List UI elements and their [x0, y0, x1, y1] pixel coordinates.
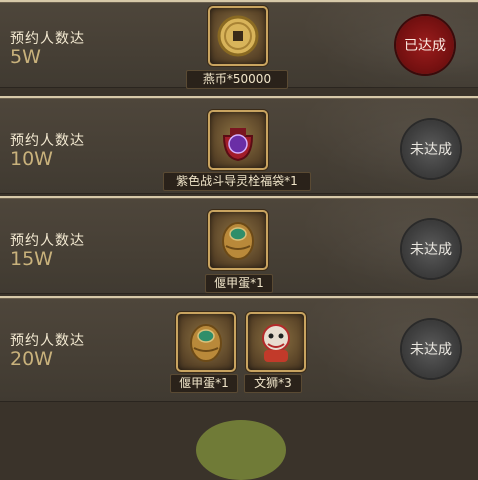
milestone-label: 预约人数达: [10, 333, 85, 349]
status-text: 已达成: [404, 38, 446, 54]
reward-item-lion-dance[interactable]: [246, 312, 306, 372]
reward-row-5w: 预约人数达 5W 燕币*50000 已达成: [0, 0, 478, 89]
milestone-label: 预约人数达: [10, 233, 85, 249]
watermark-overlay: [196, 420, 286, 480]
reward-row-15w: 预约人数达 15W 偃甲蛋*1 未达成: [0, 196, 478, 480]
reservation-rewards-panel: 预约人数达 5W 燕币*50000 已达成 预约人数达 10W 紫色战斗导灵栓福…: [0, 0, 478, 480]
reward-item-lucky-bag[interactable]: [208, 110, 268, 170]
milestone-amount: 20W: [10, 348, 53, 370]
status-stamp-pending: 未达成: [402, 120, 460, 178]
milestone-amount: 15W: [10, 248, 53, 270]
milestone-label: 预约人数达: [10, 133, 85, 149]
status-stamp-pending: 未达成: [402, 220, 460, 278]
reward-item-beetle-egg[interactable]: [208, 210, 268, 270]
reward-row-10w: 预约人数达 10W 紫色战斗导灵栓福袋*1 未达成: [0, 96, 478, 194]
coin-icon: [217, 15, 259, 57]
reward-caption: 偃甲蛋*1: [205, 274, 273, 293]
reward-row-20w: 预约人数达 20W 偃甲蛋*1 文狮*3 未达成: [0, 296, 478, 402]
status-stamp-pending: 未达成: [402, 320, 460, 378]
reward-caption: 偃甲蛋*1: [170, 374, 238, 393]
beetle-egg-icon: [190, 324, 222, 362]
milestone-amount: 5W: [10, 46, 41, 68]
milestone-amount: 10W: [10, 148, 53, 170]
lucky-bag-icon: [222, 128, 254, 162]
status-text: 未达成: [410, 242, 452, 258]
status-stamp-achieved: 已达成: [396, 16, 454, 74]
reward-item-beetle-egg[interactable]: [176, 312, 236, 372]
reward-item-coin[interactable]: [208, 6, 268, 66]
milestone-label: 预约人数达: [10, 31, 85, 47]
beetle-egg-icon: [222, 222, 254, 260]
lion-dance-icon: [262, 324, 290, 362]
status-text: 未达成: [410, 142, 452, 158]
reward-caption: 紫色战斗导灵栓福袋*1: [163, 172, 311, 191]
status-text: 未达成: [410, 342, 452, 358]
reward-caption: 燕币*50000: [186, 70, 288, 89]
reward-caption: 文狮*3: [244, 374, 302, 393]
